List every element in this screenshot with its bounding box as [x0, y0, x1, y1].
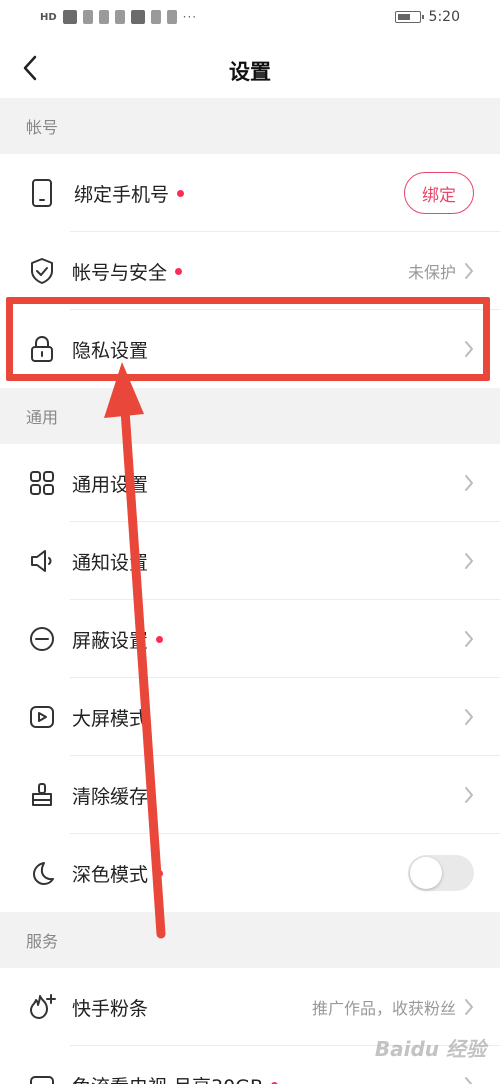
speaker-icon — [26, 545, 58, 577]
row-dark-mode[interactable]: 深色模式 — [0, 834, 500, 912]
chevron-right-icon — [465, 631, 473, 647]
minus-circle-icon — [26, 623, 58, 655]
app-notification-icon — [114, 10, 125, 24]
shield-check-icon — [26, 255, 58, 287]
red-dot-badge — [177, 189, 185, 197]
row-label-general-settings: 通用设置 — [72, 473, 149, 496]
row-clear-cache[interactable]: 清除缓存 — [0, 756, 500, 834]
chevron-right-icon — [465, 475, 473, 491]
row-privacy-settings[interactable]: 隐私设置 — [0, 310, 500, 388]
row-label-big-screen: 大屏模式 — [72, 707, 149, 730]
chevron-right-icon — [465, 263, 473, 279]
red-dot-badge — [175, 267, 183, 275]
row-general-settings[interactable]: 通用设置 — [0, 444, 500, 522]
fire-plus-icon — [26, 991, 58, 1023]
status-bar: HD ··· 5:20 — [0, 0, 500, 40]
chevron-right-icon — [465, 553, 473, 569]
lock-icon — [26, 333, 58, 365]
play-screen-icon — [26, 701, 58, 733]
watermark: Baidu 经验 — [374, 1037, 486, 1061]
row-label-dark-mode: 深色模式 — [72, 863, 149, 886]
section-header-general: 通用 — [0, 388, 500, 444]
row-big-screen-mode[interactable]: 大屏模式 — [0, 678, 500, 756]
battery-icon — [394, 11, 424, 23]
dark-mode-toggle[interactable] — [408, 855, 474, 891]
row-label-bind-phone: 绑定手机号 — [74, 183, 170, 206]
phone-icon — [26, 177, 58, 209]
overflow-dots: ··· — [182, 10, 198, 24]
row-label-privacy: 隐私设置 — [72, 339, 149, 362]
nfc-icon — [130, 10, 145, 24]
chevron-right-icon — [465, 787, 473, 803]
moon-icon — [26, 857, 58, 889]
bind-button[interactable]: 绑定 — [404, 172, 474, 214]
row-account-security[interactable]: 帐号与安全 未保护 — [0, 232, 500, 310]
chevron-right-icon — [465, 999, 473, 1015]
row-label-clear-cache: 清除缓存 — [72, 785, 149, 808]
hand-icon — [166, 10, 177, 24]
row-label-block: 屏蔽设置 — [72, 629, 149, 652]
wifi-icon — [82, 10, 93, 24]
chevron-right-icon — [465, 709, 473, 725]
page-title: 设置 — [229, 60, 271, 84]
signal-icon — [62, 10, 77, 24]
section-header-account: 帐号 — [0, 98, 500, 154]
clock: 5:20 — [428, 9, 460, 25]
section-header-service: 服务 — [0, 912, 500, 968]
red-dot-badge — [156, 635, 164, 643]
toggle-knob — [410, 857, 442, 889]
navigation-bar: 设置 — [0, 40, 500, 98]
broom-icon — [26, 779, 58, 811]
chevron-right-icon — [465, 341, 473, 357]
red-dot-badge — [156, 869, 164, 877]
network-type: HD — [40, 11, 57, 23]
tv-icon — [26, 1069, 58, 1084]
chevron-right-icon — [465, 1077, 473, 1084]
row-label-notification: 通知设置 — [72, 551, 149, 574]
row-label-free-data: 免流看电视 月享30GB — [72, 1072, 263, 1084]
row-bind-phone[interactable]: 绑定手机号 绑定 — [0, 154, 500, 232]
grid-icon — [26, 467, 58, 499]
info-icon — [150, 10, 161, 24]
row-notification-settings[interactable]: 通知设置 — [0, 522, 500, 600]
security-status: 未保护 — [407, 263, 456, 282]
row-block-settings[interactable]: 屏蔽设置 — [0, 600, 500, 678]
fans-hint: 推广作品，收获粉丝 — [311, 999, 456, 1018]
row-label-fans: 快手粉条 — [72, 997, 149, 1020]
shield-status-icon — [98, 10, 109, 24]
row-label-account-security: 帐号与安全 — [72, 261, 168, 284]
